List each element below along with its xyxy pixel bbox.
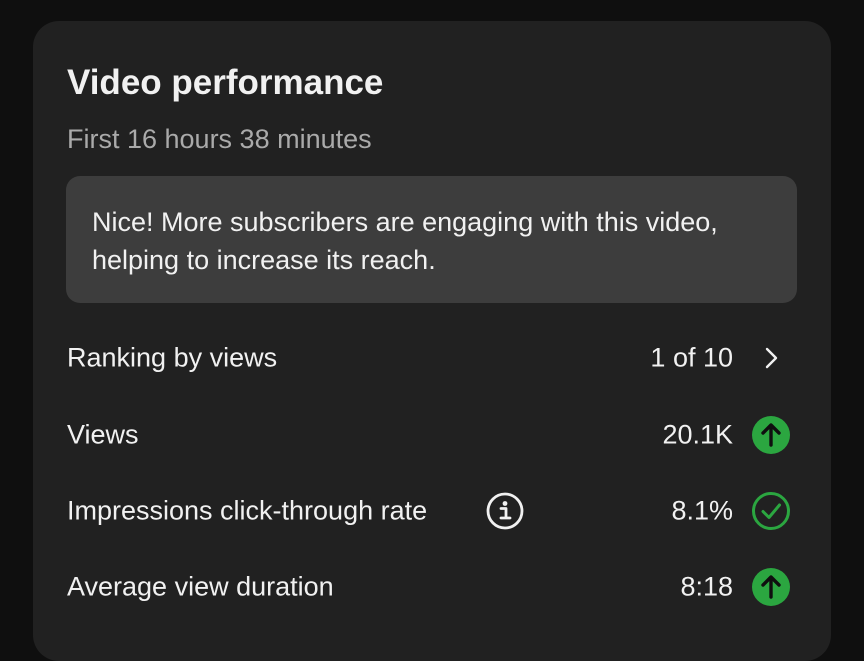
card-title: Video performance: [67, 63, 384, 102]
check-circle-icon: [751, 491, 791, 531]
impressions-ctr-value: 8.1%: [671, 495, 733, 526]
ranking-by-views-value: 1 of 10: [650, 342, 733, 373]
chevron-right-icon[interactable]: [751, 338, 791, 378]
arrow-up-circle-icon: [751, 567, 791, 607]
info-icon[interactable]: [485, 491, 525, 531]
impressions-ctr-row: Impressions click-through rate 8.1%: [67, 489, 797, 533]
insight-callout: Nice! More subscribers are engaging with…: [66, 176, 797, 303]
ranking-by-views-label: Ranking by views: [67, 342, 278, 373]
arrow-up-circle-icon: [751, 415, 791, 455]
average-view-duration-row: Average view duration 8:18: [67, 565, 797, 609]
video-performance-card: Video performance First 16 hours 38 minu…: [33, 21, 831, 661]
card-subtitle: First 16 hours 38 minutes: [67, 124, 372, 154]
views-value: 20.1K: [662, 419, 733, 450]
views-label: Views: [67, 419, 139, 450]
average-view-duration-label: Average view duration: [67, 571, 334, 602]
impressions-ctr-label: Impressions click-through rate: [67, 495, 428, 526]
average-view-duration-value: 8:18: [680, 571, 733, 602]
ranking-by-views-row[interactable]: Ranking by views 1 of 10: [67, 336, 797, 380]
views-row: Views 20.1K: [67, 413, 797, 457]
